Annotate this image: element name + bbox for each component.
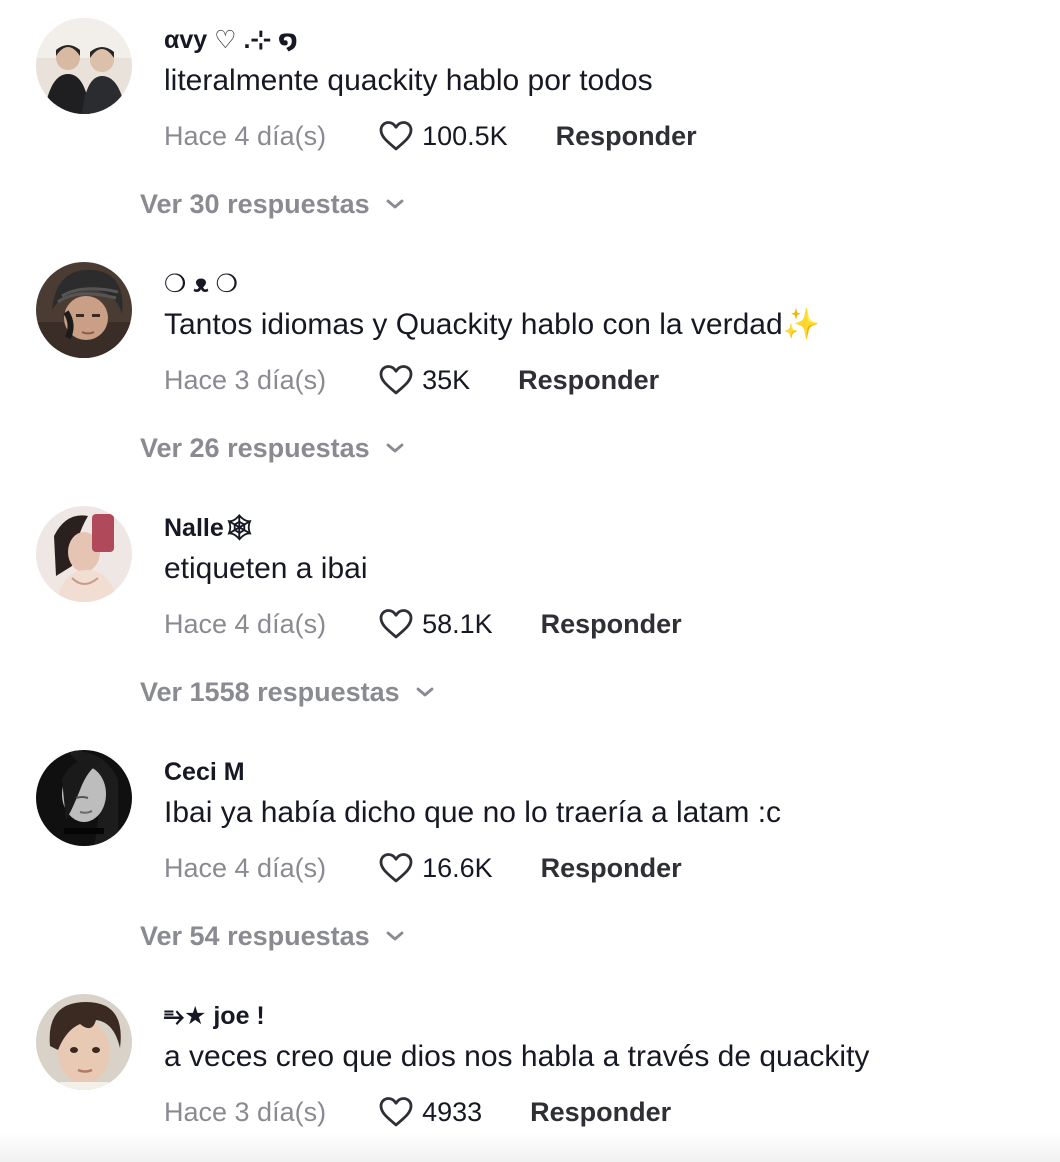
comment-timestamp: Hace 4 día(s)	[164, 608, 327, 639]
avatar[interactable]	[36, 750, 132, 846]
heart-outline-icon	[379, 121, 413, 151]
avatar-photo-icon	[36, 750, 132, 846]
comment-meta: Hace 4 día(s) 58.1K Responder	[164, 604, 682, 644]
view-replies-label: Ver 54 respuestas	[140, 920, 370, 951]
bottom-fade	[0, 1132, 1060, 1162]
avatar-photo-icon	[36, 18, 132, 114]
reply-button[interactable]: Responder	[518, 365, 659, 396]
avatar[interactable]	[36, 262, 132, 358]
like-button[interactable]: 100.5K	[378, 120, 508, 152]
reply-button[interactable]: Responder	[556, 121, 697, 152]
reply-button[interactable]: Responder	[530, 1097, 671, 1128]
comment-text: etiqueten a ibai	[164, 552, 368, 585]
like-count: 58.1K	[422, 608, 493, 639]
comment-meta: Hace 4 día(s) 16.6K Responder	[164, 848, 682, 888]
comment-meta: Hace 3 día(s) 4933 Responder	[164, 1092, 671, 1132]
reply-button[interactable]: Responder	[541, 853, 682, 884]
comment-text: Ibai ya había dicho que no lo traería a …	[164, 796, 782, 829]
view-replies-label: Ver 30 respuestas	[140, 188, 370, 219]
avatar-photo-icon	[36, 506, 132, 602]
comment-text: a veces creo que dios nos habla a través…	[164, 1040, 870, 1073]
like-button[interactable]: 4933	[378, 1096, 482, 1128]
comment-timestamp: Hace 4 día(s)	[164, 120, 327, 151]
comment-timestamp: Hace 3 día(s)	[164, 364, 327, 395]
comment-meta: Hace 3 día(s) 35K Responder	[164, 360, 659, 400]
comment-username[interactable]: αvy ♡︎ .⊹ ໑	[164, 24, 298, 56]
comment-username[interactable]: Ceci M	[164, 756, 245, 788]
heart-outline-icon	[379, 1097, 413, 1127]
comment-text: Tantos idiomas y Quackity hablo con la v…	[164, 308, 821, 341]
view-replies-button[interactable]: Ver 30 respuestas	[140, 186, 406, 222]
like-button[interactable]: 35K	[378, 364, 470, 396]
chevron-down-icon	[416, 687, 434, 697]
comment-username[interactable]: Nalle🕸	[164, 512, 256, 544]
avatar[interactable]	[36, 18, 132, 114]
like-count: 4933	[422, 1096, 483, 1127]
chevron-down-icon	[386, 199, 404, 209]
view-replies-button[interactable]: Ver 26 respuestas	[140, 430, 406, 466]
avatar[interactable]	[36, 994, 132, 1090]
heart-outline-icon	[379, 609, 413, 639]
like-count: 16.6K	[422, 852, 493, 883]
avatar-photo-icon	[36, 262, 132, 358]
comment-text: literalmente quackity hablo por todos	[164, 64, 653, 97]
heart-outline-icon	[379, 853, 413, 883]
comment-timestamp: Hace 4 día(s)	[164, 852, 327, 883]
chevron-down-icon	[386, 443, 404, 453]
avatar[interactable]	[36, 506, 132, 602]
view-replies-button[interactable]: Ver 54 respuestas	[140, 918, 406, 954]
like-count: 100.5K	[422, 120, 508, 151]
heart-outline-icon	[379, 365, 413, 395]
like-count: 35K	[422, 364, 471, 395]
comment-username[interactable]: ⥱★ joe !	[164, 1000, 265, 1032]
view-replies-button[interactable]: Ver 1558 respuestas	[140, 674, 436, 710]
comment-username[interactable]: ❍ ᴥ ❍	[164, 268, 238, 300]
like-button[interactable]: 16.6K	[378, 852, 493, 884]
comment-meta: Hace 4 día(s) 100.5K Responder	[164, 116, 697, 156]
view-replies-label: Ver 26 respuestas	[140, 432, 370, 463]
like-button[interactable]: 58.1K	[378, 608, 493, 640]
chevron-down-icon	[386, 931, 404, 941]
avatar-photo-icon	[36, 994, 132, 1090]
reply-button[interactable]: Responder	[541, 609, 682, 640]
view-replies-label: Ver 1558 respuestas	[140, 676, 400, 707]
comment-timestamp: Hace 3 día(s)	[164, 1096, 327, 1127]
